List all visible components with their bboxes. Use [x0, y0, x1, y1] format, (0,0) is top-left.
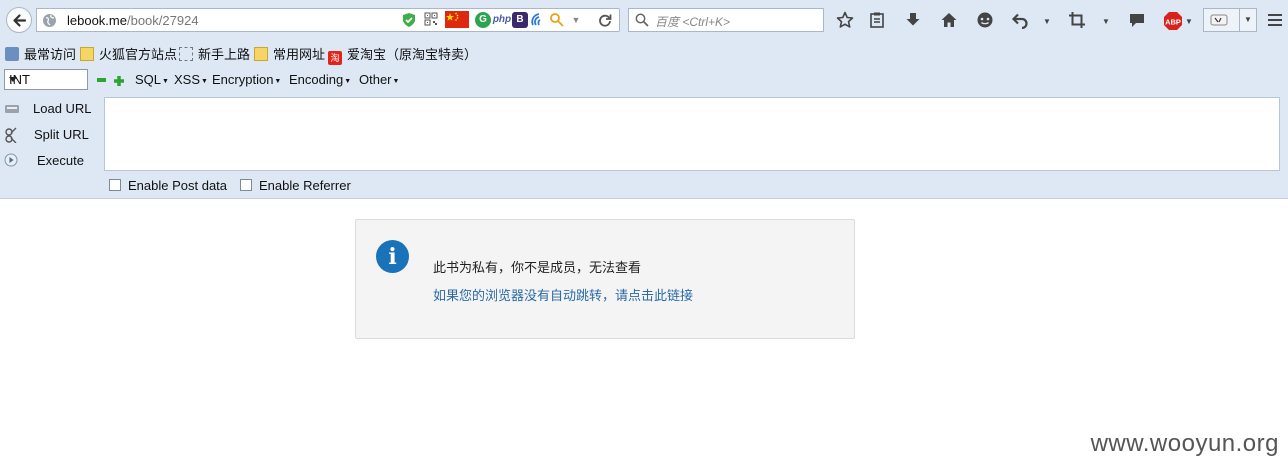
play-icon: [4, 153, 18, 167]
flag-icon[interactable]: [445, 11, 469, 28]
enable-post-label: Enable Post data: [128, 178, 228, 193]
menu-xss[interactable]: XSS▼: [174, 72, 208, 87]
search-placeholder: 百度 <Ctrl+K>: [655, 15, 731, 29]
watermark: www.wooyun.org: [1090, 430, 1279, 457]
menu-sql[interactable]: SQL▼: [135, 72, 169, 87]
key-icon[interactable]: [549, 12, 565, 28]
bookmark-most-visited[interactable]: 最常访问: [5, 44, 76, 62]
bookmark-firefox-site[interactable]: 火狐官方站点: [80, 44, 177, 62]
enable-referrer-checkbox[interactable]: [240, 179, 252, 191]
reload-button[interactable]: [596, 8, 618, 32]
speech-bubble-icon[interactable]: [1128, 11, 1146, 29]
php-icon[interactable]: php: [492, 12, 512, 28]
bookmark-label: 最常访问: [24, 47, 77, 62]
navigation-toolbar: lebook.me/book/27924 G php B ▼ 百度 <Ctrl+…: [0, 0, 1288, 40]
back-button[interactable]: [6, 7, 32, 33]
browser-chrome: lebook.me/book/27924 G php B ▼ 百度 <Ctrl+…: [0, 0, 1288, 199]
menu-label: XSS: [174, 72, 201, 87]
caret-icon: ▼: [274, 78, 282, 85]
menu-encoding[interactable]: Encoding▼: [289, 72, 351, 87]
shield-icon[interactable]: [401, 12, 417, 28]
load-url-button[interactable]: Load URL: [0, 98, 100, 120]
chevron-down-icon: [9, 77, 17, 82]
caret-icon: ▼: [162, 78, 169, 85]
url-bar[interactable]: lebook.me/book/27924 G php B ▼: [36, 8, 620, 32]
notice-message: 此书为私有，你不是成员，无法查看: [433, 260, 642, 275]
menu-label: Other: [359, 72, 392, 87]
menu-label: SQL: [135, 72, 162, 87]
download-icon[interactable]: [904, 11, 922, 29]
bookmark-label: 火狐官方站点: [99, 47, 178, 62]
bookmark-taobao[interactable]: 淘爱淘宝（原淘宝特卖）: [328, 44, 478, 65]
extension-dropdown-icon[interactable]: ▼: [1239, 9, 1256, 31]
info-icon: i: [376, 240, 409, 273]
wave-icon[interactable]: [530, 12, 546, 28]
extension-group-button[interactable]: ▼: [1203, 8, 1257, 32]
private-book-notice: i 此书为私有，你不是成员，无法查看 如果您的浏览器没有自动跳转，请点击此链接: [355, 219, 855, 339]
bookmark-getting-started[interactable]: 新手上路: [179, 44, 250, 62]
plus-icon[interactable]: [114, 74, 124, 86]
load-url-icon: [5, 105, 19, 113]
taobao-icon: 淘: [328, 51, 342, 65]
chat-icon[interactable]: [976, 11, 994, 29]
bookmark-common-sites[interactable]: 常用网址: [254, 44, 325, 62]
hamburger-menu-icon[interactable]: [1266, 11, 1284, 29]
hackbar-toolbar: INT SQL▼ XSS▼ Encryption▼ Encoding▼ Othe…: [0, 68, 1288, 92]
bookmarks-toolbar: 最常访问 火狐官方站点 新手上路 常用网址 淘爱淘宝（原淘宝特卖）: [0, 42, 1288, 65]
folder-icon: [80, 47, 94, 61]
type-select[interactable]: INT: [4, 69, 88, 90]
url-host: lebook.me: [67, 13, 127, 28]
url-text[interactable]: lebook.me/book/27924: [67, 13, 199, 28]
caret-icon: ▼: [201, 78, 208, 85]
enable-referrer-label: Enable Referrer: [259, 178, 351, 193]
url-path: /book/27924: [126, 13, 199, 28]
caret-icon: ▼: [392, 78, 400, 85]
split-url-icon: [5, 127, 17, 143]
bug-icon: [1210, 14, 1228, 26]
home-icon[interactable]: [940, 11, 958, 29]
adblock-dropdown-icon[interactable]: ▼: [1185, 17, 1193, 26]
crop-dropdown-icon[interactable]: ▼: [1102, 17, 1110, 26]
redirect-link[interactable]: 如果您的浏览器没有自动跳转，请点击此链接: [433, 285, 693, 304]
back-arrow-icon: [13, 14, 27, 27]
qr-icon[interactable]: [423, 12, 439, 28]
globe-icon: [43, 14, 56, 27]
dropdown-marker-icon[interactable]: ▼: [568, 12, 584, 28]
bookmark-label: 常用网址: [273, 47, 326, 62]
enable-post-checkbox[interactable]: [109, 179, 121, 191]
bookmark-icon: [5, 47, 19, 61]
bookmark-label: 新手上路: [198, 47, 251, 62]
reload-icon: [599, 14, 612, 27]
url-textarea[interactable]: [104, 97, 1280, 171]
execute-label: Execute: [37, 153, 84, 168]
reading-list-icon[interactable]: [868, 11, 886, 29]
dashed-box-icon: [179, 47, 193, 61]
bookmark-label: 爱淘宝（原淘宝特卖）: [347, 47, 478, 62]
menu-encryption[interactable]: Encryption▼: [212, 72, 281, 87]
minus-icon[interactable]: [97, 78, 106, 82]
undo-icon[interactable]: [1011, 11, 1029, 30]
menu-other[interactable]: Other▼: [359, 72, 399, 87]
load-url-label: Load URL: [33, 101, 92, 116]
crop-icon[interactable]: [1068, 11, 1086, 29]
split-url-button[interactable]: Split URL: [0, 124, 100, 146]
svg-text:ABP: ABP: [1165, 18, 1181, 27]
hackbar-options: Enable Post data Enable Referrer: [0, 177, 400, 195]
search-bar[interactable]: 百度 <Ctrl+K>: [628, 8, 824, 32]
b-icon[interactable]: B: [512, 12, 528, 28]
split-url-label: Split URL: [34, 127, 89, 142]
search-icon: [635, 13, 649, 27]
caret-icon: ▼: [344, 78, 352, 85]
menu-label: Encoding: [289, 72, 344, 87]
star-icon[interactable]: [836, 11, 854, 29]
folder-icon: [254, 47, 268, 61]
adblock-icon[interactable]: ABP: [1163, 11, 1183, 30]
undo-dropdown-icon[interactable]: ▼: [1043, 17, 1051, 26]
execute-button[interactable]: Execute: [0, 150, 100, 172]
menu-label: Encryption: [212, 72, 274, 87]
g-icon[interactable]: G: [475, 12, 491, 28]
